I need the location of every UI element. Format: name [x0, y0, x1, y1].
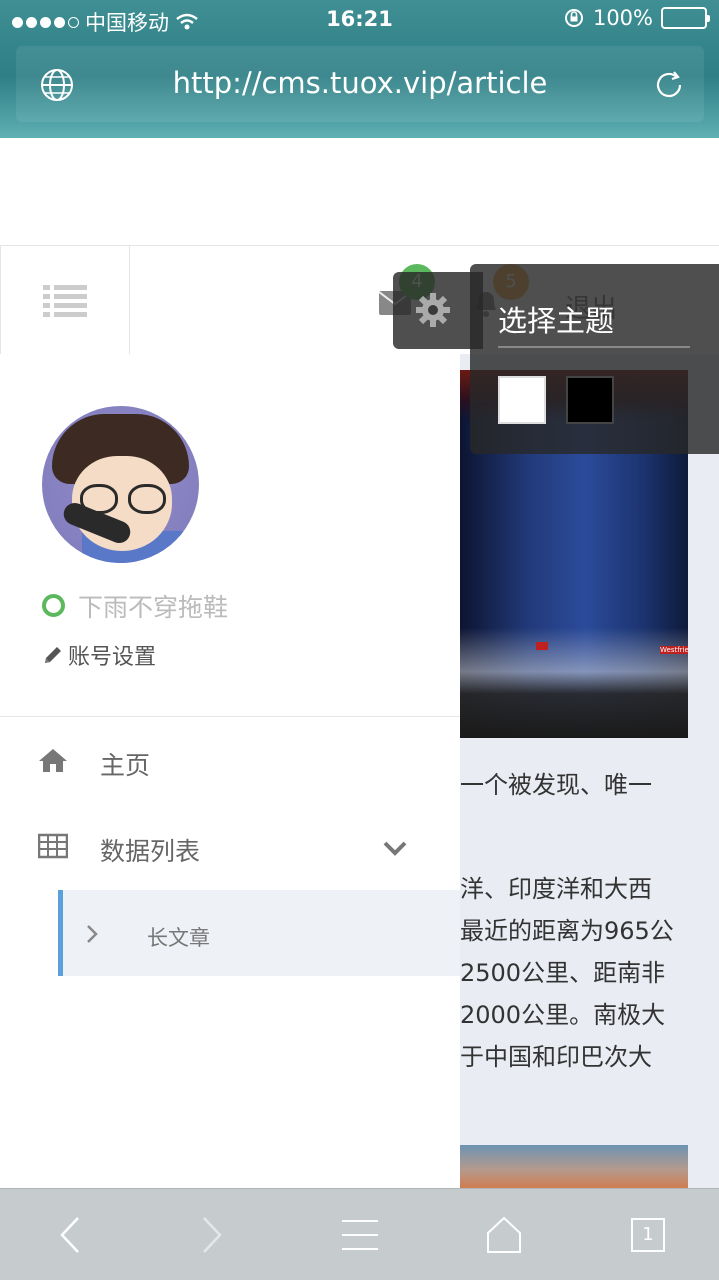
article-line-6: 于中国和印巴次大 — [460, 1043, 652, 1071]
sidebar-subitem-long-article[interactable]: 长文章 — [58, 890, 460, 976]
forward-arrow-icon — [203, 1217, 222, 1253]
hamburger-icon — [342, 1220, 378, 1250]
sidebar-item-label: 主页 — [100, 751, 151, 780]
browser-chrome-top: 中国移动 16:21 100% http://cms.tuox.vip/arti… — [0, 0, 719, 138]
sidebar-subitem-label: 长文章 — [147, 926, 210, 950]
home-button[interactable] — [474, 1189, 534, 1280]
reload-icon[interactable] — [652, 68, 686, 102]
browser-toolbar-bottom: 1 — [0, 1188, 719, 1280]
table-icon — [38, 833, 68, 859]
article-image-sunset — [460, 1145, 688, 1190]
sidebar-item-label: 数据列表 — [100, 837, 201, 866]
online-status-icon — [42, 594, 65, 617]
theme-swatch-white[interactable] — [498, 376, 546, 424]
sidebar-toggle-button[interactable] — [0, 246, 130, 354]
sidebar: 下雨不穿拖鞋 账号设置 主页 数据列表 长文章 — [0, 354, 460, 1188]
sidebar-item-data-list[interactable]: 数据列表 — [0, 818, 460, 878]
sidebar-divider — [0, 716, 460, 717]
home-icon — [39, 749, 67, 772]
page-header-space — [0, 138, 719, 246]
tabs-button[interactable]: 1 — [618, 1189, 678, 1280]
account-settings-label: 账号设置 — [68, 645, 157, 670]
theme-title: 选择主题 — [498, 304, 615, 338]
url-text[interactable]: http://cms.tuox.vip/article — [16, 66, 704, 100]
pencil-icon — [45, 647, 61, 663]
account-settings-link[interactable]: 账号设置 — [42, 639, 156, 671]
back-button[interactable] — [40, 1189, 100, 1280]
theme-swatch-black[interactable] — [566, 376, 614, 424]
status-bar: 中国移动 16:21 100% — [0, 0, 719, 40]
theme-selector-panel: 选择主题 — [470, 264, 719, 454]
chevron-right-icon — [87, 925, 98, 943]
article-line-5: 2000公里。南极大 — [460, 1001, 666, 1029]
home-outline-icon — [487, 1216, 521, 1253]
battery-info: 100% — [563, 6, 710, 30]
article-line-1: 一个被发现、唯一 — [460, 771, 652, 799]
article-line-4: 2500公里、距南非 — [460, 959, 666, 987]
avatar[interactable] — [42, 406, 199, 563]
battery-percent: 100% — [592, 6, 653, 30]
address-bar[interactable]: http://cms.tuox.vip/article — [16, 46, 704, 122]
battery-icon — [661, 7, 710, 29]
list-icon — [43, 285, 87, 317]
theme-divider — [498, 346, 690, 348]
gear-icon — [416, 293, 450, 327]
sidebar-item-home[interactable]: 主页 — [0, 732, 460, 792]
article-line-3: 最近的距离为965公 — [460, 917, 674, 945]
article-line-2: 洋、印度洋和大西 — [460, 875, 652, 903]
chevron-down-icon — [383, 841, 407, 856]
tab-count: 1 — [631, 1218, 665, 1252]
station-sign-text: Westfried — [660, 646, 688, 654]
menu-button[interactable] — [330, 1189, 390, 1280]
username: 下雨不穿拖鞋 — [78, 593, 229, 622]
orientation-lock-icon — [564, 9, 583, 27]
back-arrow-icon — [60, 1217, 79, 1253]
forward-button[interactable] — [182, 1189, 242, 1280]
